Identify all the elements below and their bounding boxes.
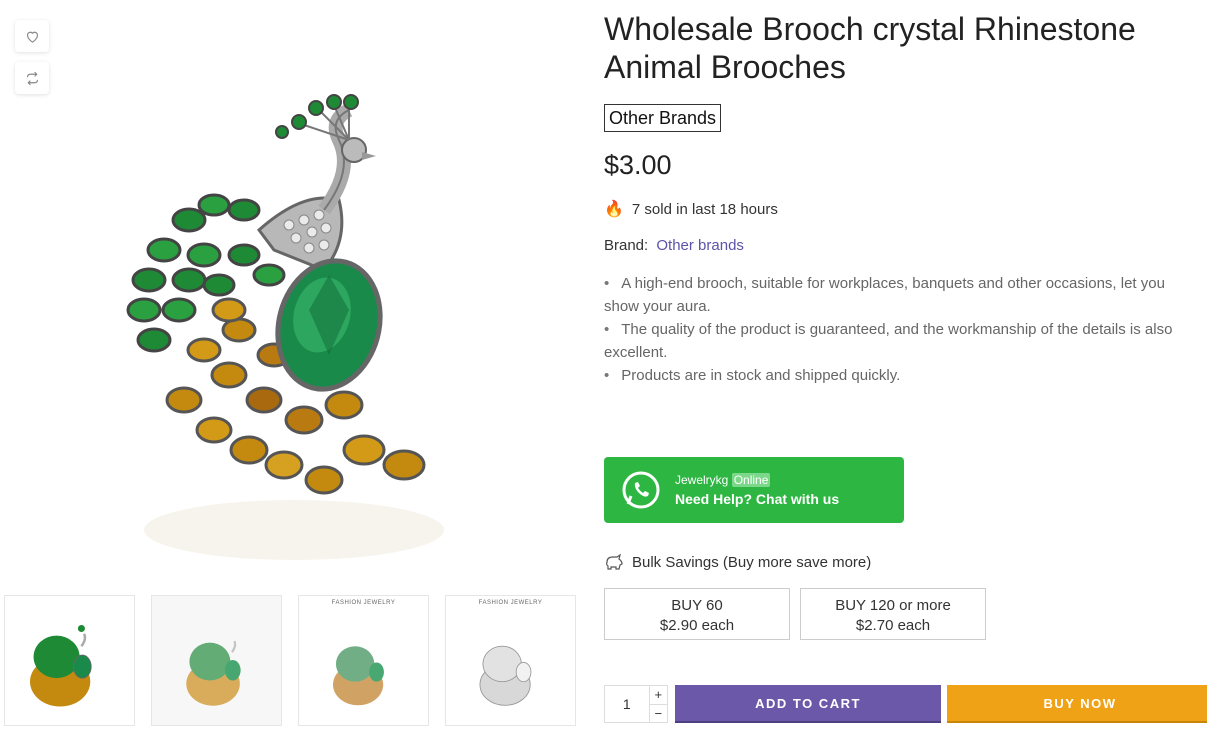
tier-price: $2.90 each (659, 617, 735, 634)
peacock-thumbnail-image (30, 624, 92, 707)
product-description: A high-end brooch, suitable for workplac… (604, 272, 1179, 387)
peacock-brooch-image (126, 94, 444, 560)
thumbnail-3[interactable]: FASHION JEWELRY (298, 595, 429, 726)
sold-text: 7 sold in last 18 hours (631, 200, 778, 218)
bulk-savings-title: Bulk Savings (Buy more save more) (604, 553, 871, 571)
brand-line: Brand: Other brands (604, 237, 1194, 254)
description-bullet: A high-end brooch, suitable for workplac… (604, 272, 1179, 318)
whatsapp-name: Jewelrykg (675, 473, 729, 487)
whatsapp-account: Jewelrykg Online (675, 473, 839, 487)
quantity-stepper: 1 + − (604, 685, 668, 723)
sold-counter: 🔥 7 sold in last 18 hours (604, 199, 1194, 219)
product-gallery: FASHION JEWELRY FASHION JEWELRY (0, 0, 582, 733)
thumbnail-caption: FASHION JEWELRY (478, 600, 543, 606)
buy-now-button[interactable]: BUY NOW (947, 685, 1207, 723)
wishlist-button[interactable] (15, 20, 49, 52)
purchase-row: 1 + − ADD TO CART BUY NOW (604, 685, 1207, 723)
heart-icon (26, 31, 38, 43)
peacock-thumbnail-image (479, 645, 532, 706)
compare-button[interactable] (15, 62, 49, 94)
tier-qty: BUY 120 or more (835, 597, 951, 614)
peacock-thumbnail-image (332, 646, 384, 706)
description-bullet: Products are in stock and shipped quickl… (604, 364, 1179, 387)
bulk-tier-60[interactable]: BUY 60 $2.90 each (604, 588, 790, 640)
whatsapp-chat-button[interactable]: Jewelrykg Online Need Help? Chat with us (604, 457, 904, 523)
product-title: Wholesale Brooch crystal Rhinestone Anim… (604, 11, 1136, 85)
tier-qty: BUY 60 (671, 597, 723, 614)
whatsapp-cta: Need Help? Chat with us (675, 491, 840, 507)
thumbnail-2[interactable] (151, 595, 282, 726)
whatsapp-icon (622, 471, 660, 509)
description-bullet: The quality of the product is guaranteed… (604, 318, 1179, 364)
fire-icon: 🔥 (604, 201, 624, 218)
brand-link[interactable]: Other brands (656, 237, 744, 254)
thumbnail-4[interactable]: FASHION JEWELRY (445, 595, 576, 726)
piggy-bank-icon (606, 553, 623, 570)
thumbnail-strip: FASHION JEWELRY FASHION JEWELRY (4, 595, 576, 726)
quantity-increase-button[interactable]: + (649, 686, 667, 705)
tier-price: $2.70 each (855, 617, 931, 634)
brand-label: Brand: (604, 237, 649, 254)
whatsapp-text: Jewelrykg Online Need Help? Chat with us (675, 473, 839, 507)
main-product-image[interactable] (4, 10, 576, 582)
compare-icon (26, 71, 38, 85)
brand-tag[interactable]: Other Brands (604, 104, 722, 132)
product-price: $3.00 (604, 150, 672, 180)
peacock-thumbnail-image (152, 596, 281, 725)
bulk-tier-120[interactable]: BUY 120 or more $2.70 each (800, 588, 986, 640)
quantity-input[interactable]: 1 (605, 686, 649, 722)
add-to-cart-button[interactable]: ADD TO CART (675, 685, 941, 723)
quantity-decrease-button[interactable]: − (650, 705, 667, 723)
thumbnail-1[interactable] (4, 595, 135, 726)
online-badge: Online (731, 473, 771, 487)
quantity-buttons: + − (648, 686, 667, 723)
thumbnail-caption: FASHION JEWELRY (331, 600, 396, 606)
bulk-title-text: Bulk Savings (Buy more save more) (632, 553, 872, 571)
bulk-tiers: BUY 60 $2.90 each BUY 120 or more $2.70 … (604, 588, 986, 640)
product-info: Wholesale Brooch crystal Rhinestone Anim… (604, 10, 1207, 723)
